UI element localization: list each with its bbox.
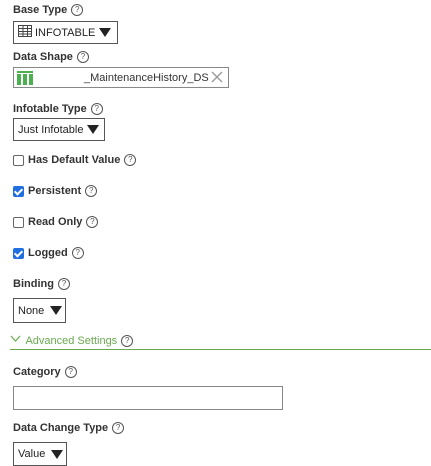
data-shape-label: Data Shape? xyxy=(13,51,89,63)
data-shape-value: _MaintenanceHistory_DS xyxy=(84,72,209,84)
category-label: Category? xyxy=(13,366,77,378)
help-icon[interactable]: ? xyxy=(124,154,137,166)
base-type-label: Base Type? xyxy=(13,4,84,16)
chevron-down-icon xyxy=(99,28,112,37)
chevron-down-icon xyxy=(51,449,64,459)
persistent-label: Persistent? xyxy=(28,185,98,197)
binding-select[interactable]: None xyxy=(13,298,66,323)
data-shape-field[interactable]: _MaintenanceHistory_DS xyxy=(13,67,229,88)
help-icon[interactable]: ? xyxy=(86,216,99,228)
category-input[interactable] xyxy=(13,386,283,410)
advanced-settings-label: Advanced Settings xyxy=(25,335,118,347)
section-divider xyxy=(10,349,431,350)
infotable-type-select[interactable]: Just Infotable xyxy=(13,118,105,141)
logged-label: Logged? xyxy=(28,247,84,259)
binding-value: None xyxy=(18,304,45,317)
help-icon[interactable]: ? xyxy=(71,4,84,16)
base-type-value: INFOTABLE xyxy=(35,26,96,39)
help-icon[interactable]: ? xyxy=(71,247,84,259)
read-only-label: Read Only? xyxy=(28,216,99,228)
has-default-value-label: Has Default Value? xyxy=(28,154,137,166)
logged-checkbox[interactable] xyxy=(13,248,24,259)
chevron-down-icon xyxy=(50,306,63,315)
chevron-down-icon xyxy=(87,125,100,134)
help-icon[interactable]: ? xyxy=(90,103,103,115)
data-shape-icon xyxy=(17,71,33,88)
has-default-value-checkbox[interactable] xyxy=(13,155,24,166)
help-icon[interactable]: ? xyxy=(64,366,77,378)
table-icon xyxy=(18,25,32,40)
help-icon[interactable]: ? xyxy=(76,51,89,63)
help-icon[interactable]: ? xyxy=(57,278,70,290)
base-type-select[interactable]: INFOTABLE xyxy=(13,21,118,44)
chevron-down-icon xyxy=(10,334,21,346)
help-icon[interactable]: ? xyxy=(85,185,98,197)
binding-label: Binding? xyxy=(13,278,70,290)
infotable-type-value: Just Infotable xyxy=(18,123,84,136)
clear-icon[interactable] xyxy=(210,70,224,87)
advanced-settings-toggle[interactable]: Advanced Settings? xyxy=(10,334,134,347)
read-only-checkbox[interactable] xyxy=(13,217,24,228)
data-change-type-label: Data Change Type? xyxy=(13,422,125,434)
infotable-type-label: Infotable Type? xyxy=(13,103,103,115)
persistent-checkbox[interactable] xyxy=(13,186,24,197)
data-change-type-select[interactable]: Value xyxy=(13,442,67,466)
data-change-type-value: Value xyxy=(18,448,46,460)
help-icon[interactable]: ? xyxy=(121,335,134,347)
help-icon[interactable]: ? xyxy=(112,422,125,434)
